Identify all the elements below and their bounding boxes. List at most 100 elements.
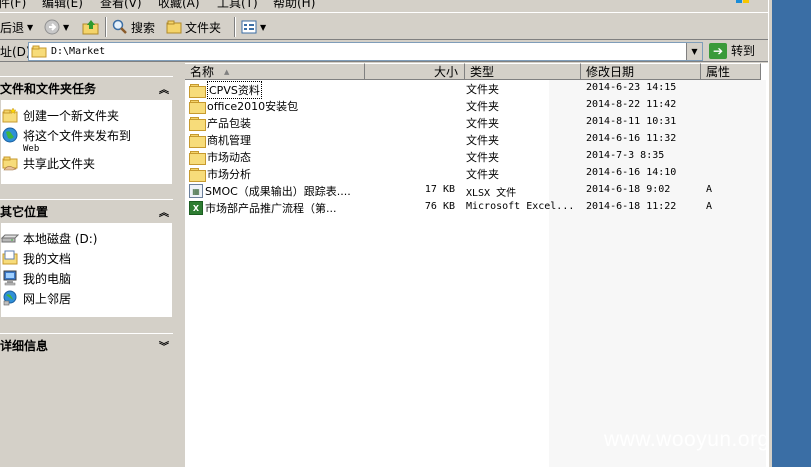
column-size-label: 大小 [433, 65, 458, 79]
views-dropdown-icon[interactable]: ▼ [260, 23, 266, 32]
folder-icon [189, 167, 206, 182]
file-size: 76 KB [424, 201, 455, 212]
places-panel-body: 本地磁盘 (D:) 我的文档 我的电脑 网上邻居 [0, 222, 173, 318]
column-header-type[interactable]: 类型 [465, 63, 581, 80]
file-row[interactable]: office2010安装包 文件夹 2014-8-22 11:42 [185, 97, 768, 114]
folders-icon [166, 20, 182, 34]
back-dropdown-icon[interactable]: ▼ [27, 23, 33, 32]
task-new-folder-label: 创建一个新文件夹 [23, 109, 120, 123]
file-row[interactable]: ▦ SMOC（成果输出）跟踪表.... 17 KB XLSX 文件 2014-6-… [185, 182, 768, 199]
place-my-computer[interactable]: 我的电脑 [1, 270, 71, 287]
folder-icon [189, 83, 206, 98]
tasks-panel-header[interactable]: 文件和文件夹任务 ︽ [0, 76, 173, 99]
sort-ascending-icon: ▲ [224, 67, 230, 76]
details-panel-header[interactable]: 详细信息 ︾ [0, 333, 173, 356]
menu-favorites[interactable]: 收藏(A) [158, 0, 200, 11]
place-my-computer-label: 我的电脑 [23, 272, 72, 286]
go-label: 转到 [731, 44, 756, 58]
folders-button[interactable]: 文件夹 [166, 17, 221, 37]
back-button[interactable]: 后退 ▼ [0, 17, 33, 37]
search-button[interactable]: 搜索 [112, 17, 155, 37]
file-modified: 2014-7-3 8:35 [586, 150, 665, 161]
menu-tools[interactable]: 工具(T) [217, 0, 258, 11]
places-panel-header[interactable]: 其它位置 ︽ [0, 199, 173, 222]
file-row[interactable]: 产品包装 文件夹 2014-8-11 10:31 [185, 114, 768, 131]
file-row[interactable]: X 市场部产品推广流程（第... 76 KB Microsoft Excel...… [185, 199, 768, 216]
place-network[interactable]: 网上邻居 [1, 290, 71, 307]
file-type: 文件夹 [466, 134, 499, 147]
place-local-disk[interactable]: 本地磁盘 (D:) [1, 230, 97, 247]
task-publish-web[interactable]: 将这个文件夹发布到 Web [1, 127, 131, 154]
place-network-label: 网上邻居 [23, 292, 72, 306]
task-publish-web-label: 将这个文件夹发布到 [23, 129, 132, 143]
file-type: 文件夹 [466, 83, 499, 96]
file-modified: 2014-6-16 14:10 [586, 167, 677, 178]
file-type: 文件夹 [466, 100, 499, 113]
file-list: 名称 ▲ 大小 类型 修改日期 属性 CPVS资料 文件夹 2014-6-23 … [185, 63, 768, 467]
menu-edit[interactable]: 编辑(E) [42, 0, 83, 11]
back-label: 后退 [0, 20, 25, 35]
file-type: XLSX 文件 [466, 188, 517, 199]
column-header-size[interactable]: 大小 [365, 63, 465, 80]
places-panel-title: 其它位置 [0, 204, 49, 219]
file-row[interactable]: 商机管理 文件夹 2014-6-16 11:32 [185, 131, 768, 148]
file-type: 文件夹 [466, 117, 499, 130]
file-type: 文件夹 [466, 151, 499, 164]
column-header-name[interactable]: 名称 ▲ [185, 63, 365, 80]
file-modified: 2014-8-22 11:42 [586, 99, 677, 110]
task-new-folder[interactable]: 创建一个新文件夹 [1, 107, 119, 124]
menu-view[interactable]: 查看(V) [100, 0, 142, 11]
expand-icon[interactable]: ︾ [159, 338, 169, 353]
column-type-label: 类型 [470, 65, 495, 79]
up-folder-button[interactable] [82, 17, 100, 37]
address-input[interactable]: D:\Market ▼ [28, 42, 703, 61]
file-name: 市场分析 [207, 168, 251, 181]
file-type: Microsoft Excel... [466, 201, 575, 212]
toolbar-separator [105, 17, 107, 37]
file-modified: 2014-6-18 11:22 [586, 201, 677, 212]
column-name-label: 名称 [190, 65, 215, 79]
explorer-window: 件(F) 编辑(E) 查看(V) 收藏(A) 工具(T) 帮助(H) 后退 ▼ … [0, 0, 768, 467]
my-computer-icon [3, 270, 17, 286]
tasks-panel-title: 文件和文件夹任务 [0, 81, 97, 96]
column-header-attributes[interactable]: 属性 [701, 63, 761, 80]
file-row[interactable]: 市场动态 文件夹 2014-7-3 8:35 [185, 148, 768, 165]
place-local-disk-label: 本地磁盘 (D:) [23, 232, 98, 246]
network-icon [3, 290, 17, 306]
my-documents-icon [2, 250, 18, 265]
folder-icon [189, 150, 206, 165]
column-header-modified[interactable]: 修改日期 [581, 63, 701, 80]
file-type: 文件夹 [466, 168, 499, 181]
column-attr-label: 属性 [706, 65, 731, 79]
folder-icon [189, 99, 206, 114]
views-button[interactable]: ▼ [241, 17, 266, 37]
publish-web-icon [2, 127, 18, 143]
collapse-icon[interactable]: ︽ [159, 204, 169, 219]
folder-icon [189, 133, 206, 148]
file-attr: A [706, 201, 713, 212]
file-row[interactable]: CPVS资料 文件夹 2014-6-23 14:15 [185, 80, 768, 99]
views-icon [241, 20, 257, 34]
file-name: 市场部产品推广流程（第... [205, 202, 337, 215]
go-button[interactable]: ➔ 转到 [709, 42, 755, 59]
excel-file-icon: X [189, 201, 203, 215]
forward-button[interactable]: ▼ [44, 17, 69, 37]
file-row[interactable]: 市场分析 文件夹 2014-6-16 14:10 [185, 165, 768, 182]
standard-toolbar: 后退 ▼ ▼ 搜索 文件夹 ▼ [0, 12, 768, 40]
address-label: 址(D) [0, 45, 31, 59]
address-dropdown-button[interactable]: ▼ [686, 43, 702, 60]
place-my-documents[interactable]: 我的文档 [1, 250, 71, 267]
forward-dropdown-icon[interactable]: ▼ [63, 23, 69, 32]
menu-bar: 件(F) 编辑(E) 查看(V) 收藏(A) 工具(T) 帮助(H) [0, 0, 768, 11]
watermark: www.wooyun.org [604, 428, 770, 451]
menu-file[interactable]: 件(F) [0, 0, 26, 11]
task-share-folder[interactable]: 共享此文件夹 [1, 155, 95, 172]
new-folder-icon [2, 107, 18, 123]
file-name: office2010安装包 [207, 100, 299, 113]
task-share-folder-label: 共享此文件夹 [23, 157, 96, 171]
collapse-icon[interactable]: ︽ [159, 81, 169, 96]
file-attr: A [706, 184, 713, 195]
menu-help[interactable]: 帮助(H) [273, 0, 315, 11]
file-name: 产品包装 [207, 117, 251, 130]
window-right-edge [768, 0, 772, 467]
